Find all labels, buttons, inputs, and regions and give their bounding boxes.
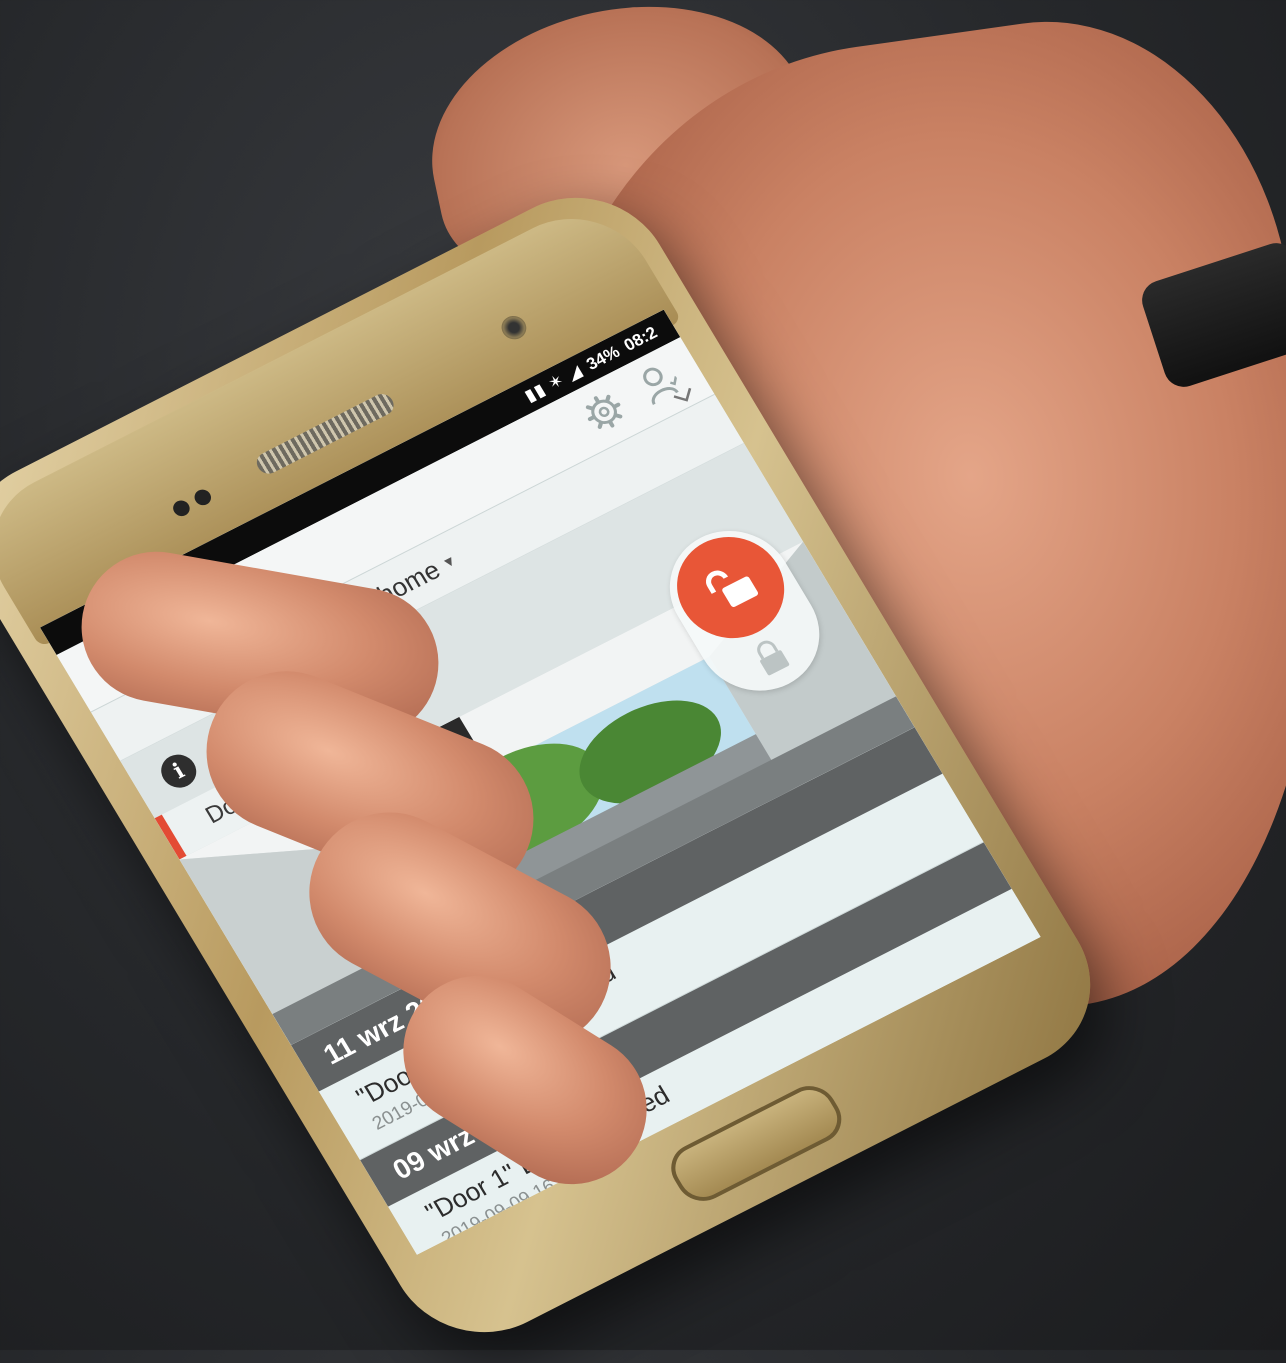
dropdown-caret-icon: ▼ <box>438 551 460 572</box>
unlock-icon <box>706 570 759 607</box>
sensor-dots <box>170 485 218 520</box>
info-icon[interactable]: i <box>154 748 203 794</box>
photo-scene: ▮▮ ✶ ◢ 34% 08:2 home ▼ i 11 wrz 2019 "Do… <box>0 0 1286 1363</box>
lock-icon[interactable] <box>746 632 797 682</box>
front-camera <box>497 311 531 344</box>
gear-icon[interactable] <box>579 388 630 435</box>
